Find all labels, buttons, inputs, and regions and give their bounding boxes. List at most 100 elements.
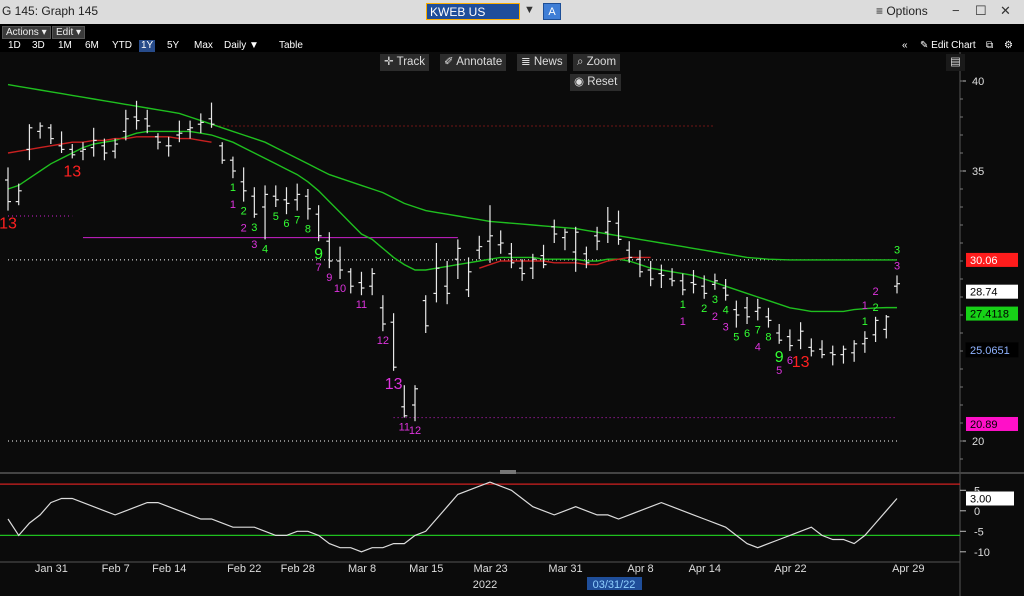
- td-count-label: 7: [316, 262, 322, 274]
- edit-chart-button[interactable]: ✎ Edit Chart: [918, 40, 978, 52]
- collapse-icon[interactable]: «: [900, 40, 910, 52]
- crosshair-icon: ✛: [384, 56, 397, 68]
- edit-menu[interactable]: Edit ▾: [52, 26, 86, 39]
- td-count-label: 1: [230, 182, 236, 194]
- period-1m[interactable]: 1M: [56, 40, 74, 52]
- td-count-label: 8: [305, 224, 311, 236]
- chart-panel[interactable]: 40 35 20 13 13 1 2 3 4 5 6 7 8 9 1 2 3 7 9 10 11 12 13 11 12 1 2 3 4…: [0, 52, 1024, 596]
- period-1y[interactable]: 1Y: [139, 40, 156, 52]
- td-count-label: 2: [701, 303, 707, 315]
- minimize-icon[interactable]: −: [952, 3, 960, 18]
- ma-fast-line: [7, 130, 897, 313]
- osc-tick-label: -5: [974, 526, 984, 538]
- td-count-label: 5: [273, 211, 279, 223]
- x-tick-label: Apr 29: [892, 563, 924, 575]
- x-tick-label: Apr 22: [774, 563, 806, 575]
- period-1d[interactable]: 1D: [6, 40, 23, 52]
- td-count-label: 2: [873, 286, 879, 298]
- edit-chart-label: Edit Chart: [931, 40, 976, 51]
- pen-icon: ✐: [444, 56, 457, 68]
- td-count-label: 13: [0, 216, 17, 233]
- td-count-label: 9: [314, 246, 323, 263]
- frequency-select[interactable]: Daily ▼: [222, 40, 261, 52]
- annotate-button[interactable]: ✐ Annotate: [440, 54, 507, 71]
- window-title: G 145: Graph 145: [2, 4, 99, 18]
- td-count-label: 2: [241, 206, 247, 218]
- x-tick-label: Apr 8: [627, 563, 653, 575]
- x-tick-label: Mar 23: [473, 563, 507, 575]
- x-tick-label: Jan 31: [35, 563, 68, 575]
- actions-menu[interactable]: Actions ▾: [2, 26, 51, 39]
- frequency-label: Daily: [224, 40, 247, 51]
- osc-tick-label: 0: [974, 506, 980, 518]
- td-count-label: 4: [755, 341, 761, 353]
- td-count-label: 9: [326, 272, 332, 284]
- settings-icon[interactable]: ⚙: [1002, 40, 1015, 52]
- annotate-label: Annotate: [456, 56, 503, 68]
- x-tick-label: Mar 8: [348, 563, 376, 575]
- td-count-label: 3: [251, 222, 257, 234]
- x-tick-label: Feb 28: [281, 563, 315, 575]
- price-label-text: 30.06: [970, 255, 998, 267]
- td-count-label: 7: [294, 215, 300, 227]
- y-tick-label: 35: [972, 166, 984, 178]
- close-icon[interactable]: ✕: [1000, 3, 1011, 19]
- oscillator-line: [7, 481, 898, 553]
- td-count-label: 3: [894, 260, 900, 272]
- pencil-icon: ✎: [920, 40, 932, 51]
- chart-menu-icon[interactable]: ▤: [946, 54, 965, 71]
- period-6m[interactable]: 6M: [83, 40, 101, 52]
- y-tick-label: 40: [972, 76, 984, 88]
- title-bar: G 145: Graph 145 KWEB US Equity ▼ A ≡ Op…: [0, 0, 1024, 36]
- osc-tick-label: -10: [974, 547, 990, 559]
- hamburger-icon: ≡: [876, 4, 887, 18]
- td-count-label: 1: [230, 199, 236, 211]
- track-label: Track: [396, 56, 425, 68]
- td-count-label: 11: [356, 299, 367, 311]
- x-year-label: 2022: [473, 579, 497, 591]
- td-count-label: 4: [262, 243, 268, 255]
- cursor-date-label: 03/31/22: [593, 579, 636, 591]
- options-label: Options: [886, 4, 928, 18]
- maximize-icon[interactable]: ☐: [975, 3, 987, 19]
- td-count-label: 7: [755, 324, 761, 336]
- td-count-label: 13: [792, 354, 810, 371]
- td-count-label: 6: [744, 328, 750, 340]
- news-button[interactable]: ≣ News: [517, 54, 567, 71]
- x-tick-label: Feb 22: [227, 563, 261, 575]
- td-count-label: 3: [894, 244, 900, 256]
- actions-label: Actions: [6, 27, 39, 38]
- td-count-label: 2: [712, 311, 718, 323]
- security-field[interactable]: KWEB US Equity: [426, 3, 520, 36]
- price-label-text: 28.74: [970, 287, 998, 299]
- td-count-label: 2: [241, 223, 247, 235]
- zoom-button[interactable]: ⌕ Zoom: [573, 54, 621, 71]
- td-count-label: 1: [862, 316, 868, 328]
- edit-layout-icon[interactable]: ⧉: [984, 40, 995, 52]
- price-label-text: 25.0651: [970, 345, 1010, 357]
- td-count-label: 6: [283, 218, 289, 230]
- td-count-label: 3: [723, 322, 729, 334]
- td-count-label: 13: [385, 376, 403, 393]
- reset-button[interactable]: ◉ Reset: [570, 74, 622, 91]
- td-count-label: 5: [776, 365, 782, 377]
- x-tick-label: Apr 14: [689, 563, 721, 575]
- options-menu[interactable]: ≡ Options: [876, 4, 928, 18]
- td-count-label: 13: [63, 163, 81, 180]
- period-3d[interactable]: 3D: [30, 40, 47, 52]
- price-chart[interactable]: 4035201313123456 789123791011121311121 234…: [0, 52, 1024, 596]
- period-5y[interactable]: 5Y: [165, 40, 181, 52]
- td-count-label: 3: [712, 294, 718, 306]
- td-count-label: 12: [377, 335, 389, 347]
- reset-label: Reset: [587, 76, 618, 88]
- security-type-badge[interactable]: A: [543, 3, 561, 20]
- table-button[interactable]: Table: [277, 40, 305, 52]
- td-count-label: 3: [251, 239, 257, 251]
- period-max[interactable]: Max: [192, 40, 215, 52]
- price-label-text: 27.4118: [970, 309, 1009, 321]
- panel-resize-handle: [500, 470, 516, 474]
- period-ytd[interactable]: YTD: [110, 40, 134, 52]
- track-button[interactable]: ✛ Track: [380, 54, 429, 71]
- security-dropdown-icon[interactable]: ▼: [524, 4, 535, 16]
- td-count-label: 10: [334, 283, 346, 295]
